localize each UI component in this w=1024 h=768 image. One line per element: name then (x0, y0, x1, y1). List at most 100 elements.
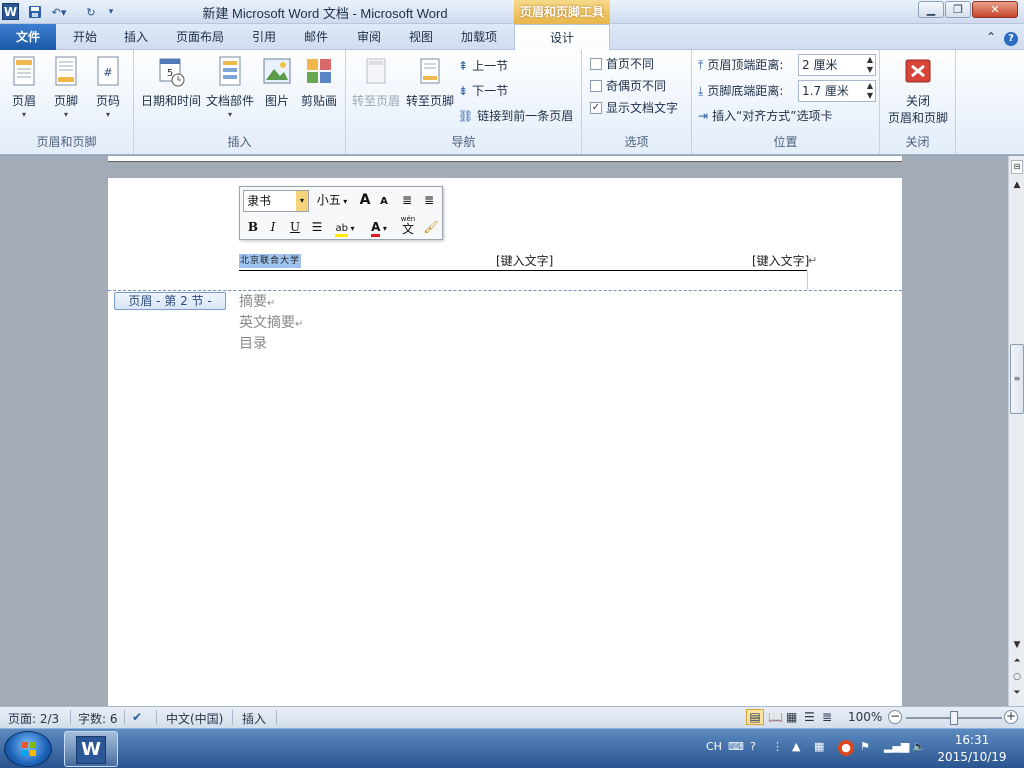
ruler-toggle-icon[interactable]: ⊟ (1011, 160, 1023, 174)
help-tray-icon[interactable]: ? (750, 740, 756, 753)
insert-alignment-tab-button[interactable]: ⇥ 插入“对齐方式”选项卡 (698, 106, 833, 126)
insert-mode-indicator[interactable]: 插入 (242, 710, 266, 727)
underline-button[interactable]: U (286, 218, 304, 236)
center-align-icon[interactable]: ☰ (308, 218, 326, 236)
minimize-button[interactable]: ▁ (918, 1, 944, 18)
scroll-thumb[interactable]: ≡ (1010, 344, 1024, 414)
customize-quick-access-icon[interactable]: ▾ (104, 3, 118, 21)
language-indicator[interactable]: 中文(中国) (166, 710, 223, 727)
highlight-button[interactable]: ab ▾ (330, 218, 360, 238)
tab-file[interactable]: 文件 (0, 24, 56, 50)
format-painter-icon[interactable]: 🖌 (422, 218, 440, 236)
body-line-abstract[interactable]: 摘要↵ (239, 292, 275, 314)
full-screen-reading-view-icon[interactable]: 📖 (768, 710, 783, 724)
header-left-text[interactable]: 北京联合大学 (239, 254, 302, 268)
spinner-arrows-icon[interactable]: ▲ ▼ (867, 81, 873, 101)
flag-tray-icon[interactable]: ⚑ (860, 740, 870, 753)
page-count[interactable]: 页面: 2/3 (8, 710, 59, 727)
volume-tray-icon[interactable]: 🔈 (912, 740, 926, 753)
signal-tray-icon[interactable]: ▂▄▆ (884, 740, 909, 753)
different-odd-even-checkbox[interactable]: 奇偶页不同 (590, 76, 666, 96)
tab-review[interactable]: 审阅 (346, 26, 392, 50)
print-layout-view-icon[interactable]: ▤ (746, 709, 764, 725)
goto-header-button[interactable]: 转至页眉 (350, 54, 402, 109)
italic-button[interactable]: I (264, 218, 282, 236)
vertical-scrollbar[interactable]: ⊟ ▲ ≡ ▼ ⏶ ○ ⏷ (1008, 156, 1024, 706)
increase-indent-icon[interactable]: ≣ (420, 191, 438, 209)
tab-view[interactable]: 视图 (398, 26, 444, 50)
keyboard-icon[interactable]: ⌨ (728, 740, 744, 753)
select-browse-object-icon[interactable]: ○ (1011, 672, 1023, 682)
word-app-icon[interactable]: W (2, 3, 19, 20)
date-time-button[interactable]: 5 日期和时间 (140, 54, 202, 109)
antivirus-tray-icon[interactable]: ● (838, 740, 854, 756)
proofing-icon[interactable]: ✔ (132, 710, 142, 724)
header-right-placeholder[interactable]: [键入文字] (752, 253, 809, 269)
show-document-text-checkbox[interactable]: ✓ 显示文档文字 (590, 98, 678, 118)
font-dropdown-icon[interactable]: ▾ (296, 191, 308, 211)
zoom-out-icon[interactable]: − (888, 710, 902, 724)
footer-bottom-distance-input[interactable]: 1.7 厘米 ▲ ▼ (798, 80, 876, 102)
maximize-button[interactable]: ❐ (945, 1, 971, 18)
header-button[interactable]: 页眉 ▾ (0, 54, 48, 119)
grow-font-icon[interactable]: A (356, 191, 374, 209)
spinner-arrows-icon[interactable]: ▲ ▼ (867, 55, 873, 75)
zoom-level[interactable]: 100% (848, 710, 882, 724)
tab-addins[interactable]: 加载项 (452, 26, 506, 50)
body-line-contents[interactable]: 目录 (239, 334, 267, 355)
decrease-indent-icon[interactable]: ≣ (398, 191, 416, 209)
body-line-english-abstract[interactable]: 英文摘要↵ (239, 313, 303, 335)
clock-time[interactable]: 16:31 (940, 733, 1004, 747)
tab-page-layout[interactable]: 页面布局 (168, 26, 232, 50)
tab-insert[interactable]: 插入 (114, 26, 158, 50)
taskbar-word-button[interactable]: W (64, 731, 118, 767)
phonetic-guide-icon[interactable]: wén 文 (398, 214, 418, 235)
network-tray-icon[interactable]: ▦ (814, 740, 824, 753)
clip-art-button[interactable]: 剪贴画 (296, 54, 342, 109)
close-window-button[interactable]: ✕ (972, 1, 1018, 18)
previous-page-icon[interactable]: ⏶ (1011, 656, 1023, 666)
link-to-previous-button[interactable]: ⛓ 链接到前一条页眉 (458, 106, 573, 126)
page-number-button[interactable]: # 页码 ▾ (84, 54, 132, 119)
start-button[interactable] (4, 731, 52, 767)
goto-footer-button[interactable]: 转至页脚 (404, 54, 456, 109)
tab-home[interactable]: 开始 (62, 26, 108, 50)
different-first-page-checkbox[interactable]: 首页不同 (590, 54, 654, 74)
help-icon[interactable]: ? (1002, 26, 1020, 50)
header-boundary-line (108, 290, 902, 291)
picture-button[interactable]: 图片 (256, 54, 298, 109)
close-header-footer-button[interactable]: 关闭 页眉和页脚 (882, 54, 954, 126)
clock-date[interactable]: 2015/10/19 (934, 750, 1010, 764)
bold-button[interactable]: B (244, 218, 262, 236)
previous-section-button[interactable]: ⇞ 上一节 (458, 56, 508, 76)
tab-references[interactable]: 引用 (242, 26, 286, 50)
font-size-select[interactable]: 小五 ▾ (310, 190, 354, 212)
zoom-slider-thumb[interactable] (950, 711, 958, 725)
outline-view-icon[interactable]: ☰ (804, 710, 815, 724)
document-page[interactable]: 北京联合大学 [键入文字] [键入文字] ↵ 页眉 - 第 2 节 - 摘要↵ … (108, 178, 902, 708)
scroll-down-icon[interactable]: ▼ (1011, 640, 1023, 650)
redo-icon[interactable]: ↻ (82, 3, 100, 21)
footer-button[interactable]: 页脚 ▾ (42, 54, 90, 119)
web-layout-view-icon[interactable]: ▦ (786, 710, 797, 724)
scroll-up-icon[interactable]: ▲ (1011, 180, 1023, 190)
header-center-placeholder[interactable]: [键入文字] (496, 253, 553, 269)
header-top-distance-input[interactable]: 2 厘米 ▲ ▼ (798, 54, 876, 76)
ime-indicator[interactable]: CH (706, 740, 722, 753)
next-section-button[interactable]: ⇟ 下一节 (458, 81, 508, 101)
group-label-options: 选项 (624, 135, 649, 149)
save-icon[interactable] (26, 3, 44, 21)
ime-options-icon[interactable]: ⋮ (772, 740, 783, 753)
font-color-button[interactable]: A ▾ (364, 218, 394, 238)
shrink-font-icon[interactable]: A (376, 193, 392, 211)
zoom-in-icon[interactable]: + (1004, 710, 1018, 724)
quick-parts-button[interactable]: 文档部件 ▾ (204, 54, 256, 119)
show-hidden-icons-icon[interactable]: ▲ (792, 740, 800, 753)
next-page-icon[interactable]: ⏷ (1011, 688, 1023, 698)
undo-icon[interactable]: ↶▾ (48, 3, 70, 21)
minimize-ribbon-icon[interactable]: ⌃ (982, 26, 1000, 50)
word-count[interactable]: 字数: 6 (78, 710, 118, 727)
tab-mailings[interactable]: 邮件 (294, 26, 338, 50)
draft-view-icon[interactable]: ≣ (822, 710, 832, 724)
tab-design[interactable]: 设计 (514, 24, 610, 51)
